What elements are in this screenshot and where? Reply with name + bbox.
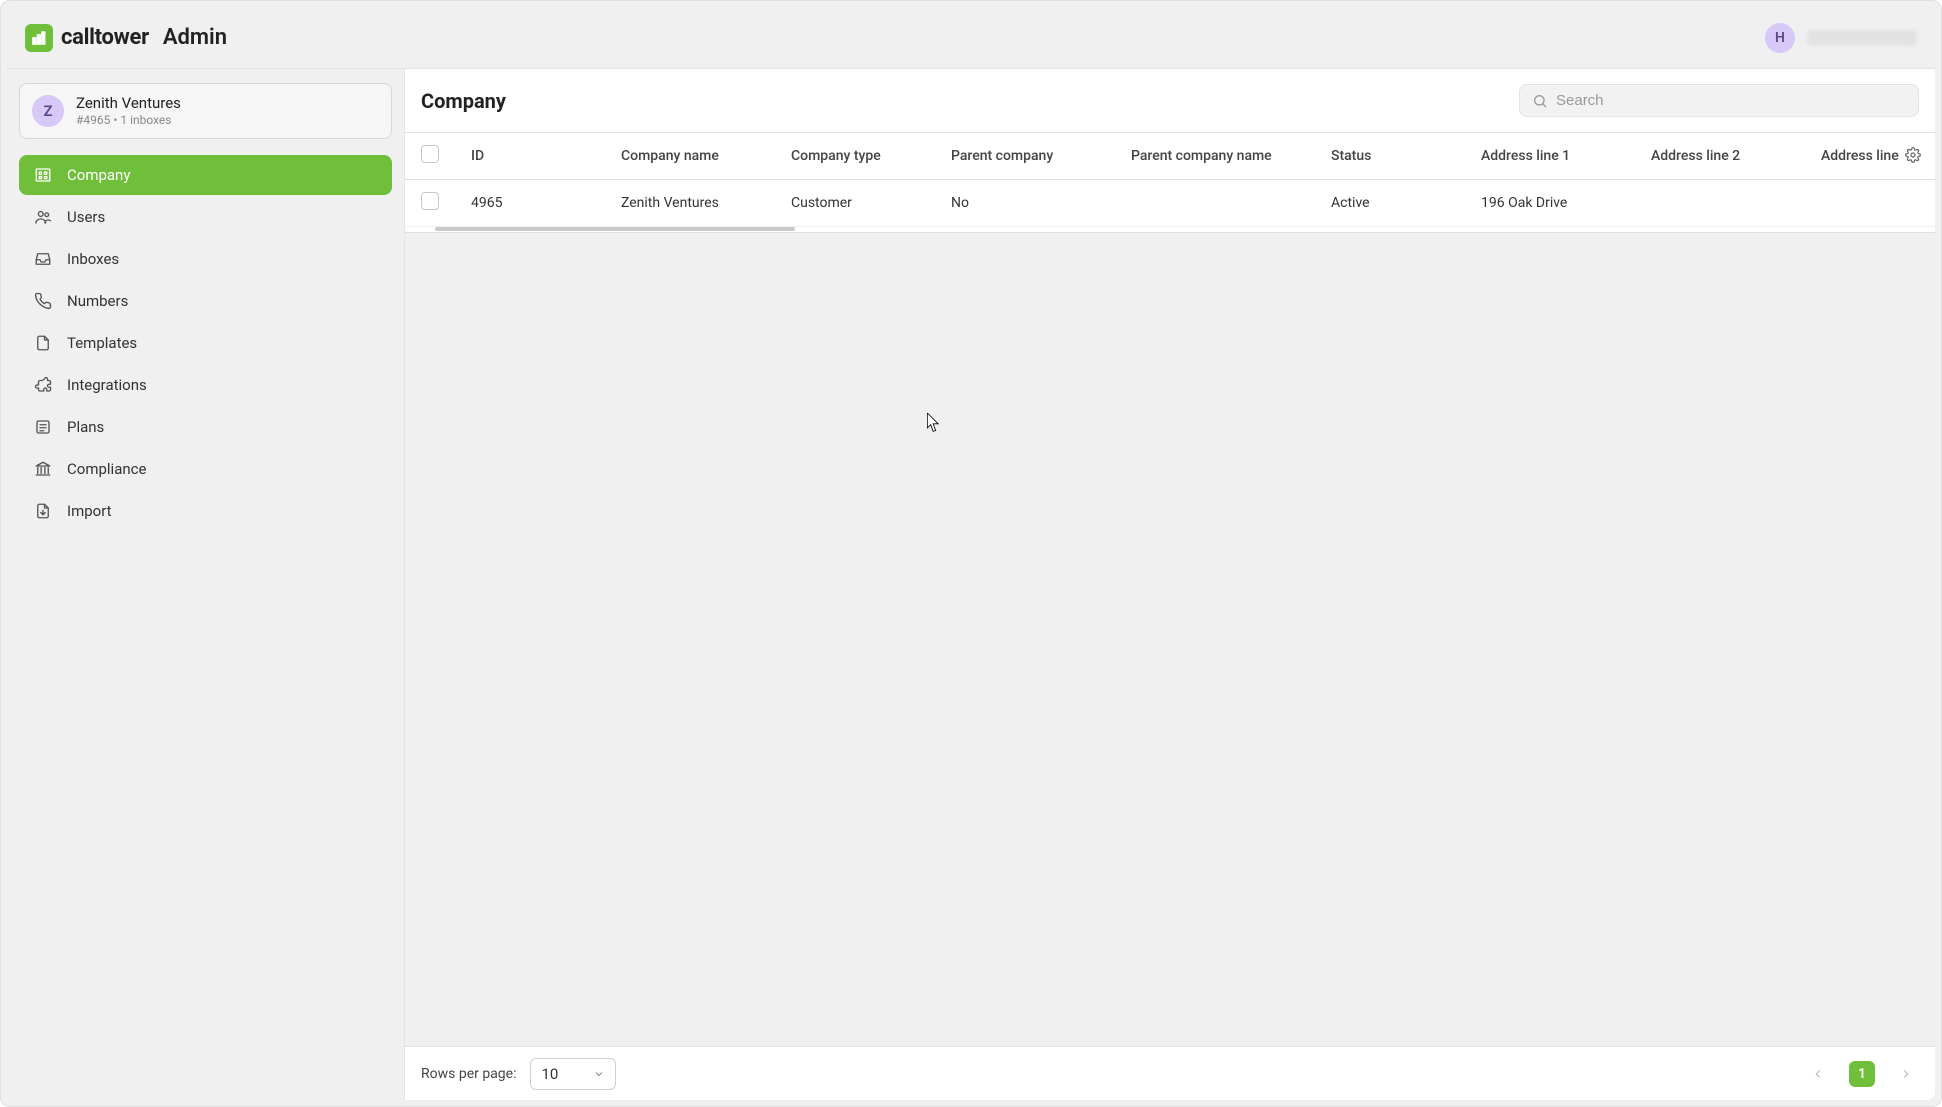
select-all-checkbox[interactable] (421, 145, 439, 163)
brand[interactable]: calltower (25, 24, 149, 52)
sidebar-item-templates[interactable]: Templates (19, 323, 392, 363)
org-card[interactable]: Z Zenith Ventures #4965 • 1 inboxes (19, 83, 392, 139)
rows-per-page-select[interactable]: 10 (530, 1058, 616, 1090)
search-box[interactable] (1519, 84, 1919, 117)
sidebar-item-compliance[interactable]: Compliance (19, 449, 392, 489)
sidebar-item-label: Inboxes (67, 250, 119, 268)
cell-parent-company-name (1115, 180, 1315, 227)
sidebar-item-label: Import (67, 502, 112, 520)
empty-area (405, 233, 1935, 1046)
rows-per-page-label: Rows per page: (421, 1066, 516, 1082)
phone-icon (33, 292, 53, 310)
body: Z Zenith Ventures #4965 • 1 inboxes Comp… (7, 69, 1935, 1100)
cell-address-line-3 (1805, 180, 1935, 227)
sidebar-item-inboxes[interactable]: Inboxes (19, 239, 392, 279)
user-avatar-initial: H (1775, 30, 1785, 46)
cell-address-line-1: 196 Oak Drive (1465, 180, 1635, 227)
page-number-current[interactable]: 1 (1849, 1061, 1875, 1087)
cell-company-name: Zenith Ventures (605, 180, 775, 227)
cell-company-type: Customer (775, 180, 935, 227)
cell-parent-company: No (935, 180, 1115, 227)
rows-per-page: Rows per page: 10 (421, 1058, 616, 1090)
column-header[interactable]: ID (455, 133, 605, 180)
table-row[interactable]: 4965Zenith VenturesCustomerNo Active196 O… (405, 180, 1935, 227)
org-name: Zenith Ventures (76, 94, 181, 113)
brand-name: calltower (61, 25, 149, 50)
import-icon (33, 502, 53, 520)
column-header[interactable]: Parent company (935, 133, 1115, 180)
user-avatar[interactable]: H (1765, 23, 1795, 53)
sidebar-item-label: Plans (67, 418, 104, 436)
main: Company (405, 69, 1935, 1100)
org-subline: #4965 • 1 inboxes (76, 113, 181, 128)
user-name-redacted (1807, 30, 1917, 46)
sidebar-item-label: Compliance (67, 460, 146, 478)
table-scroll[interactable]: IDCompany nameCompany typeParent company… (405, 133, 1935, 227)
company-table: IDCompany nameCompany typeParent company… (405, 133, 1935, 227)
section-label: Admin (163, 25, 227, 50)
sidebar-item-users[interactable]: Users (19, 197, 392, 237)
search-input[interactable] (1556, 92, 1906, 109)
main-header: Company (405, 69, 1935, 133)
brand-logo-icon (25, 24, 53, 52)
puzzle-icon (33, 376, 53, 394)
table-area: IDCompany nameCompany typeParent company… (405, 133, 1935, 233)
company-icon (33, 166, 53, 184)
cell-id: 4965 (455, 180, 605, 227)
rows-per-page-value: 10 (541, 1065, 558, 1083)
footer: Rows per page: 10 1 (405, 1046, 1935, 1100)
sidebar-item-numbers[interactable]: Numbers (19, 281, 392, 321)
org-avatar: Z (32, 95, 64, 127)
row-checkbox[interactable] (421, 192, 439, 210)
users-icon (33, 208, 53, 226)
column-header[interactable]: Status (1315, 133, 1465, 180)
sidebar: Z Zenith Ventures #4965 • 1 inboxes Comp… (7, 69, 405, 1100)
next-page-button[interactable] (1893, 1061, 1919, 1087)
list-icon (33, 418, 53, 436)
column-header[interactable]: Address line 2 (1635, 133, 1805, 180)
prev-page-button[interactable] (1805, 1061, 1831, 1087)
app-inner: calltower Admin H Z Zenith Ventures #496… (7, 7, 1935, 1100)
page-title: Company (421, 89, 506, 113)
org-avatar-initial: Z (43, 102, 52, 120)
column-header[interactable]: Company name (605, 133, 775, 180)
sidebar-item-label: Templates (67, 334, 137, 352)
chevron-down-icon (593, 1068, 605, 1080)
pagination: 1 (1805, 1061, 1919, 1087)
search-icon (1532, 93, 1548, 109)
topbar: calltower Admin H (7, 7, 1935, 69)
sidebar-item-integrations[interactable]: Integrations (19, 365, 392, 405)
sidebar-item-import[interactable]: Import (19, 491, 392, 531)
cursor-icon (927, 413, 941, 433)
table-settings-button[interactable] (1901, 143, 1925, 167)
cell-address-line-2 (1635, 180, 1805, 227)
sidebar-item-label: Numbers (67, 292, 128, 310)
column-header[interactable]: Company type (775, 133, 935, 180)
column-header[interactable]: Parent company name (1115, 133, 1315, 180)
column-header[interactable]: Address line 1 (1465, 133, 1635, 180)
sidebar-item-label: Company (67, 166, 130, 184)
sidebar-item-company[interactable]: Company (19, 155, 392, 195)
sidebar-item-label: Users (67, 208, 105, 226)
sidebar-nav: Company Users Inboxes Numbers Templates Integ… (19, 155, 392, 531)
bank-icon (33, 460, 53, 478)
org-meta: Zenith Ventures #4965 • 1 inboxes (76, 94, 181, 128)
cell-status: Active (1315, 180, 1465, 227)
scrollbar-thumb[interactable] (435, 227, 795, 231)
sidebar-item-label: Integrations (67, 376, 147, 394)
sidebar-item-plans[interactable]: Plans (19, 407, 392, 447)
app-frame: calltower Admin H Z Zenith Ventures #496… (0, 0, 1942, 1107)
inbox-icon (33, 250, 53, 268)
file-icon (33, 334, 53, 352)
